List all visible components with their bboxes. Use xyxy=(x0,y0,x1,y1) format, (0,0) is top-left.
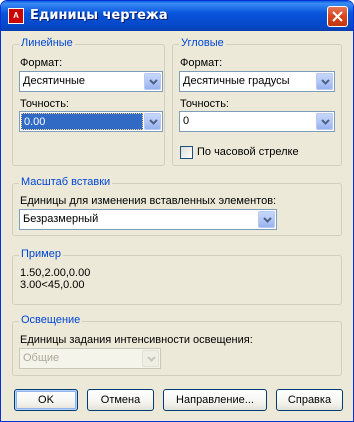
cancel-button[interactable]: Отмена xyxy=(87,389,154,411)
chevron-down-icon xyxy=(147,356,156,362)
angular-format-select[interactable]: Десятичные градусы xyxy=(179,71,335,92)
chevron-down-icon xyxy=(321,79,330,85)
chevron-down-icon xyxy=(149,79,158,85)
angular-precision-label: Точность: xyxy=(180,98,229,110)
dialog-title: Единицы чертежа xyxy=(30,8,168,23)
insert-scale-group-label: Масштаб вставки xyxy=(19,176,113,188)
linear-group-label: Линейные xyxy=(19,37,75,49)
angular-format-label: Формат: xyxy=(180,57,223,69)
insert-scale-units-label: Единицы для изменения вставленных элемен… xyxy=(20,195,277,207)
linear-precision-dropdown-button[interactable] xyxy=(144,113,161,130)
clockwise-checkbox[interactable] xyxy=(180,146,193,159)
lighting-units-label: Единицы задания интенсивности освещения: xyxy=(20,334,253,346)
sample-group-label: Пример xyxy=(19,248,63,260)
angular-group-label: Угловые xyxy=(179,37,226,49)
sample-line-2: 3.00<45,0.00 xyxy=(20,279,85,291)
insert-scale-units-value: Безразмерный xyxy=(23,213,99,225)
linear-format-select[interactable]: Десятичные xyxy=(19,71,163,92)
lighting-units-select[interactable]: Общие xyxy=(19,348,161,369)
ok-button[interactable]: OK xyxy=(14,389,78,411)
insert-scale-units-select[interactable]: Безразмерный xyxy=(19,209,277,230)
linear-format-label: Формат: xyxy=(20,57,63,69)
lighting-units-value: Общие xyxy=(23,352,60,364)
linear-precision-select[interactable]: 0.00 xyxy=(19,111,163,132)
autocad-app-icon: A xyxy=(8,8,24,24)
chevron-down-icon xyxy=(321,119,330,125)
sample-line-1: 1.50,2.00,0.00 xyxy=(20,267,91,279)
lighting-units-dropdown-button[interactable] xyxy=(142,350,159,367)
insert-scale-dropdown-button[interactable] xyxy=(258,211,275,228)
lighting-group-label: Освещение xyxy=(19,314,83,326)
angular-format-value: Десятичные градусы xyxy=(183,75,290,87)
title-bar[interactable]: A Единицы чертежа xyxy=(1,1,353,31)
drawing-units-dialog: A Единицы чертежа Линейные Формат: Десят… xyxy=(0,0,354,422)
angular-format-dropdown-button[interactable] xyxy=(316,73,333,90)
clockwise-label[interactable]: По часовой стрелке xyxy=(197,146,299,158)
close-icon xyxy=(332,11,343,22)
chevron-down-icon xyxy=(263,217,272,223)
linear-precision-value: 0.00 xyxy=(21,113,143,130)
linear-precision-label: Точность: xyxy=(20,98,69,110)
chevron-down-icon xyxy=(149,119,158,125)
angular-precision-select[interactable]: 0 xyxy=(179,111,335,132)
linear-format-dropdown-button[interactable] xyxy=(144,73,161,90)
close-button[interactable] xyxy=(327,6,348,27)
angular-precision-dropdown-button[interactable] xyxy=(316,113,333,130)
angular-precision-value: 0 xyxy=(183,115,190,127)
help-button[interactable]: Справка xyxy=(276,389,343,411)
direction-button[interactable]: Направление... xyxy=(163,389,267,411)
linear-format-value: Десятичные xyxy=(23,75,86,87)
